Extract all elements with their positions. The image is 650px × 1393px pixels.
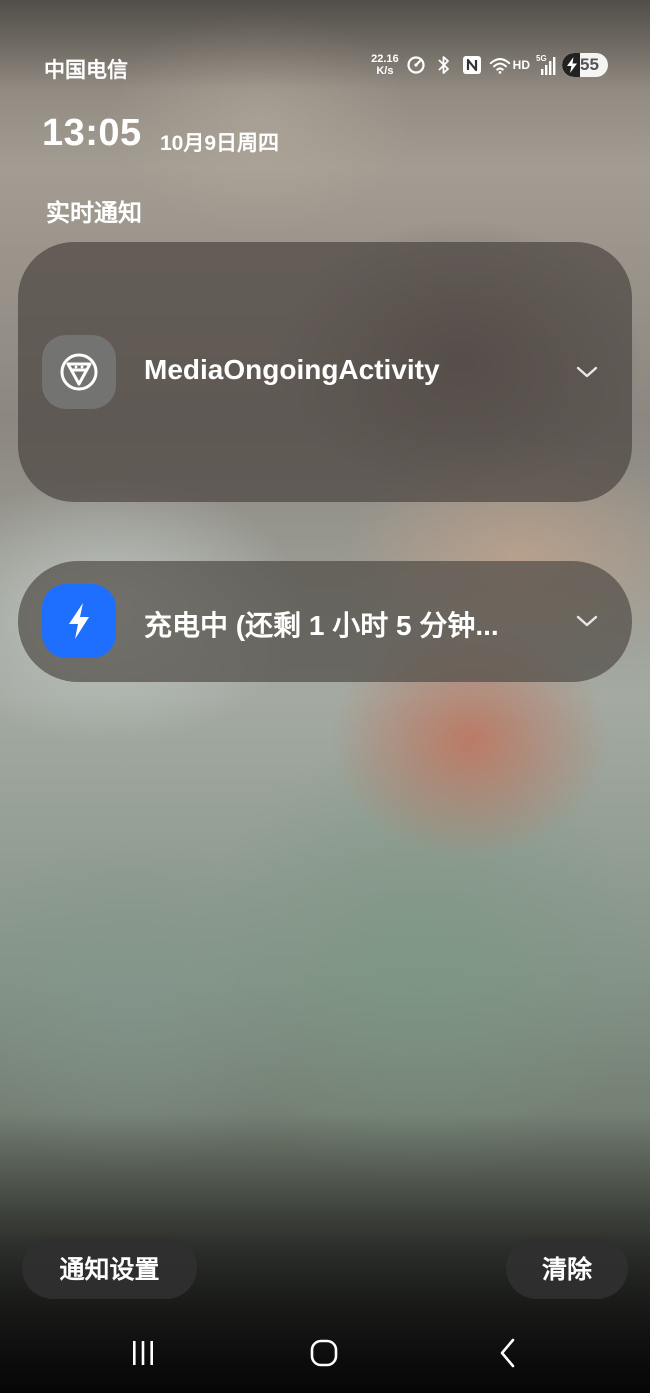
carrier-name: 中国电信 — [44, 59, 128, 82]
wifi-icon — [489, 54, 511, 76]
network-type: 5G — [536, 54, 547, 63]
notification-card-charging[interactable]: 充电中 (还剩 1 小时 5 分钟... — [18, 561, 632, 682]
media-app-icon — [42, 335, 116, 409]
back-icon[interactable] — [488, 1336, 528, 1370]
signal-icon: 5G — [536, 54, 556, 76]
recent-apps-icon[interactable] — [123, 1336, 163, 1370]
lightning-icon — [42, 584, 116, 658]
live-notifications-title: 实时通知 — [46, 200, 142, 227]
chevron-down-icon[interactable] — [576, 614, 598, 628]
clock-date: 10月9日周四 — [160, 132, 280, 155]
battery-indicator: 55 — [562, 53, 608, 77]
clock-time: 13:05 — [42, 112, 142, 154]
clear-button[interactable]: 清除 — [506, 1237, 628, 1299]
net-speed-unit: K/s — [376, 65, 394, 77]
chevron-down-icon[interactable] — [576, 365, 598, 379]
hd-label: HD — [512, 58, 530, 72]
battery-level: 55 — [580, 55, 599, 74]
notification-card-media[interactable]: MediaOngoingActivity — [18, 242, 632, 502]
bluetooth-icon — [433, 54, 455, 76]
notification-title: 充电中 (还剩 1 小时 5 分钟... — [144, 610, 499, 641]
net-speed-value: 22.16 — [371, 53, 399, 65]
status-icons: 22.16 K/s HD 5G 55 — [371, 50, 608, 80]
net-speed: 22.16 K/s — [371, 53, 399, 77]
nfc-icon — [461, 54, 483, 76]
battery-charging-icon — [567, 57, 577, 73]
notification-title: MediaOngoingActivity — [144, 354, 440, 385]
speedometer-icon — [405, 54, 427, 76]
home-icon[interactable] — [304, 1336, 344, 1370]
notification-settings-button[interactable]: 通知设置 — [22, 1237, 197, 1299]
